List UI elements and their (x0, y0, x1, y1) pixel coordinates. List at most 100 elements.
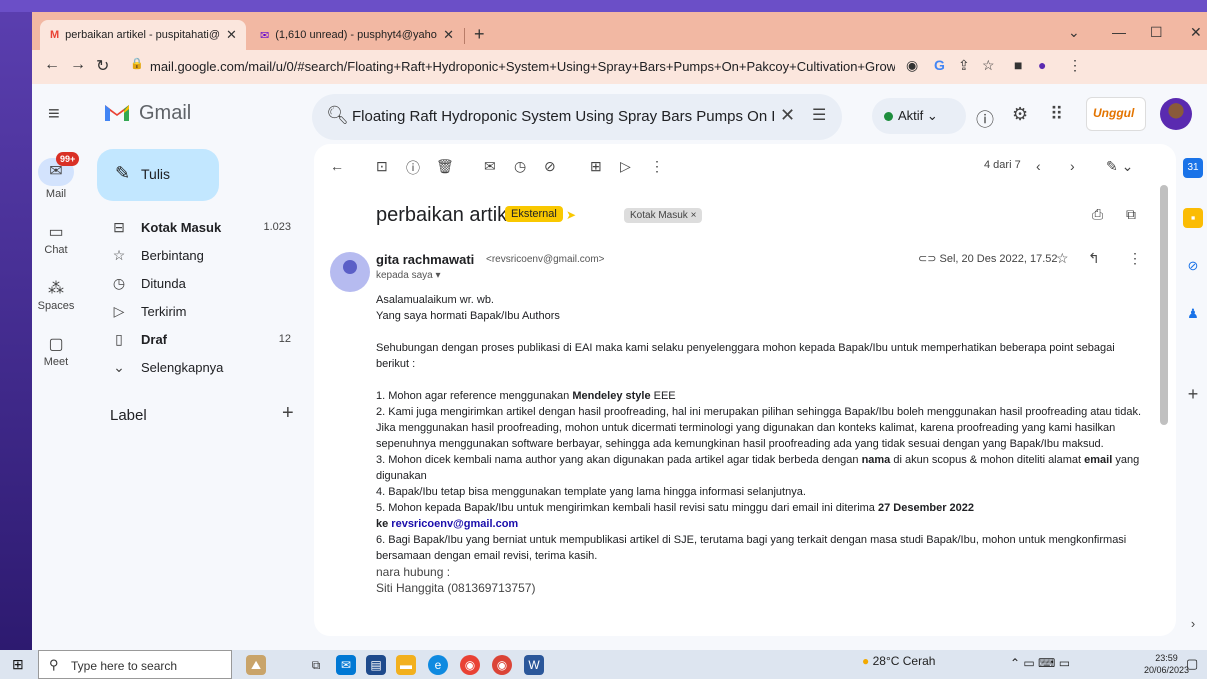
cortana-image-icon[interactable]: ⛰ (246, 655, 266, 675)
more-options-icon[interactable]: ⋮ (650, 158, 664, 175)
forward-icon[interactable]: → (70, 56, 86, 74)
spaces-icon: ⁂ (48, 280, 64, 297)
task-view-icon[interactable]: ⧉ (306, 655, 326, 675)
clear-search-icon[interactable]: ✕ (780, 105, 795, 126)
help-icon[interactable]: ⓘ (976, 106, 994, 132)
back-to-search-icon[interactable]: ← (330, 158, 344, 174)
close-tab-icon[interactable]: ✕ (226, 27, 237, 43)
account-brand-logo[interactable]: Unggul (1086, 97, 1146, 131)
inbox-label-chip[interactable]: Kotak Masuk × (624, 208, 703, 223)
newer-icon[interactable]: ‹ (1036, 158, 1041, 174)
search-icon[interactable]: 🔍︎ (326, 105, 349, 126)
profile-icon[interactable]: ● (1038, 57, 1046, 73)
body-point-1: 1. Mohon agar reference menggunakan Mend… (376, 390, 676, 402)
close-window-button[interactable]: ✕ (1190, 24, 1202, 41)
search-options-icon[interactable]: ☰ (812, 105, 826, 125)
label-icon[interactable]: ▷ (620, 158, 631, 175)
extension-icon[interactable]: ■ (1014, 57, 1022, 73)
compose-button[interactable]: ✎ Tulis (97, 149, 219, 201)
unread-badge: 99+ (56, 152, 80, 166)
tracking-icon[interactable]: ◉ (906, 57, 918, 74)
open-in-new-window-icon[interactable]: ⧉ (1126, 206, 1136, 223)
share-icon[interactable]: ⇪ (958, 57, 970, 74)
store-icon[interactable]: ▤ (366, 655, 386, 675)
message-scrollbar[interactable] (1160, 185, 1168, 425)
reload-icon[interactable]: ↻ (96, 56, 109, 76)
add-task-icon[interactable]: ⊘ (544, 158, 556, 175)
search-input[interactable]: Floating Raft Hydroponic System Using Sp… (352, 108, 774, 125)
gmail-logo[interactable]: Gmail (103, 100, 193, 126)
snooze-icon[interactable]: ◷ (514, 158, 526, 175)
sidebar-item-inbox[interactable]: ⊟ Kotak Masuk 1.023 (97, 213, 297, 241)
print-icon[interactable]: ⎙ (1092, 206, 1103, 223)
google-icon[interactable]: G (934, 57, 945, 73)
message-more-icon[interactable]: ⋮ (1128, 250, 1142, 267)
settings-gear-icon[interactable]: ⚙ (1012, 104, 1028, 125)
system-clock[interactable]: 23:59 20/06/2023 (1144, 652, 1189, 676)
chrome-icon[interactable]: ◉ (460, 655, 480, 675)
older-icon[interactable]: › (1070, 158, 1075, 174)
keep-icon[interactable]: ▪ (1183, 208, 1203, 228)
delete-icon[interactable]: 🗑︎ (436, 158, 454, 175)
star-message-icon[interactable]: ☆ (1056, 250, 1069, 267)
recipient-details[interactable]: kepada saya ▾ (376, 270, 441, 281)
close-tab-icon[interactable]: ✕ (443, 27, 454, 43)
search-bar[interactable]: 🔍︎ Floating Raft Hydroponic System Using… (312, 94, 842, 140)
tab-yahoo[interactable]: ✉ (1,610 unread) - pusphyt4@yaho ✕ (250, 20, 464, 50)
account-avatar[interactable] (1160, 98, 1192, 130)
contacts-icon[interactable]: ♟ (1183, 304, 1203, 324)
mark-unread-icon[interactable]: ✉ (484, 158, 496, 175)
tab-search-icon[interactable]: ⌄ (1068, 24, 1080, 41)
input-tools-icon[interactable]: ✎ ⌄ (1106, 158, 1133, 175)
rail-spaces[interactable]: ⁂ Spaces (32, 278, 80, 312)
windows-start-icon[interactable]: ⊞ (12, 656, 24, 673)
rail-meet[interactable]: ▢ Meet (32, 334, 80, 368)
importance-marker-icon[interactable]: ➤ (560, 206, 582, 224)
desktop-background (0, 0, 32, 650)
email-link[interactable]: revsricoenv@gmail.com (391, 518, 518, 530)
main-menu-icon[interactable]: ≡ (48, 103, 60, 126)
archive-icon[interactable]: ⊡ (376, 158, 388, 175)
url-text[interactable]: mail.google.com/mail/u/0/#search/Floatin… (150, 59, 895, 74)
sender-avatar[interactable] (330, 252, 370, 292)
minimize-button[interactable]: — (1112, 24, 1126, 40)
get-addons-icon[interactable]: + (1183, 384, 1203, 404)
chrome-profile-icon[interactable]: ◉ (492, 655, 512, 675)
reply-icon[interactable]: ↰ (1088, 250, 1100, 267)
word-icon[interactable]: W (524, 655, 544, 675)
taskbar-search[interactable]: ⚲ Type here to search (38, 650, 232, 679)
sidebar-item-more[interactable]: ⌄ Selengkapnya (97, 353, 297, 381)
tab-title: (1,610 unread) - pusphyt4@yaho (275, 29, 437, 41)
sidebar-item-starred[interactable]: ☆ Berbintang (97, 241, 297, 269)
weather-widget[interactable]: ● 28°C Cerah (862, 654, 935, 668)
sidebar-item-snoozed[interactable]: ◷ Ditunda (97, 269, 297, 297)
new-tab-button[interactable]: + (474, 24, 485, 45)
bookmark-star-icon[interactable]: ☆ (982, 57, 995, 74)
rail-chat[interactable]: ▭ Chat (32, 222, 80, 256)
calendar-icon[interactable]: 31 (1183, 158, 1203, 178)
notification-icon[interactable]: ▢ (1186, 656, 1198, 672)
address-bar[interactable]: 🔒 mail.google.com/mail/u/0/#search/Float… (120, 55, 1200, 79)
sender-name[interactable]: gita rachmawati (376, 252, 474, 267)
lock-icon[interactable]: 🔒 (130, 57, 144, 70)
apps-grid-icon[interactable]: ⠿ (1050, 104, 1063, 125)
move-to-icon[interactable]: ⊞ (590, 158, 602, 175)
taskbar-search-text: Type here to search (71, 659, 178, 673)
tab-gmail[interactable]: M perbaikan artikel - puspitahati@ ✕ (40, 20, 246, 50)
tray-icons[interactable]: ⌃ ▭ ⌨ ▭ (1010, 656, 1070, 670)
sidebar-item-drafts[interactable]: ▯ Draf 12 (97, 325, 297, 353)
status-selector[interactable]: Aktif ⌄ (872, 98, 966, 134)
back-icon[interactable]: ← (44, 56, 60, 74)
add-label-button[interactable]: + (282, 402, 294, 425)
sidebar-item-sent[interactable]: ▷ Terkirim (97, 297, 297, 325)
browser-menu-icon[interactable]: ⋮ (1068, 57, 1082, 74)
edge-icon[interactable]: e (428, 655, 448, 675)
file-explorer-icon[interactable]: ▬ (396, 655, 416, 675)
body-point-4: 4. Bapak/Ibu tetap bisa menggunakan temp… (376, 486, 806, 498)
mail-app-icon[interactable]: ✉ (336, 655, 356, 675)
tasks-icon[interactable]: ⊘ (1183, 256, 1203, 276)
expand-panel-icon[interactable]: › (1183, 614, 1203, 634)
maximize-button[interactable]: ☐ (1150, 24, 1163, 41)
clock-date: 20/06/2023 (1144, 665, 1190, 675)
report-spam-icon[interactable]: ⓘ (406, 158, 420, 178)
